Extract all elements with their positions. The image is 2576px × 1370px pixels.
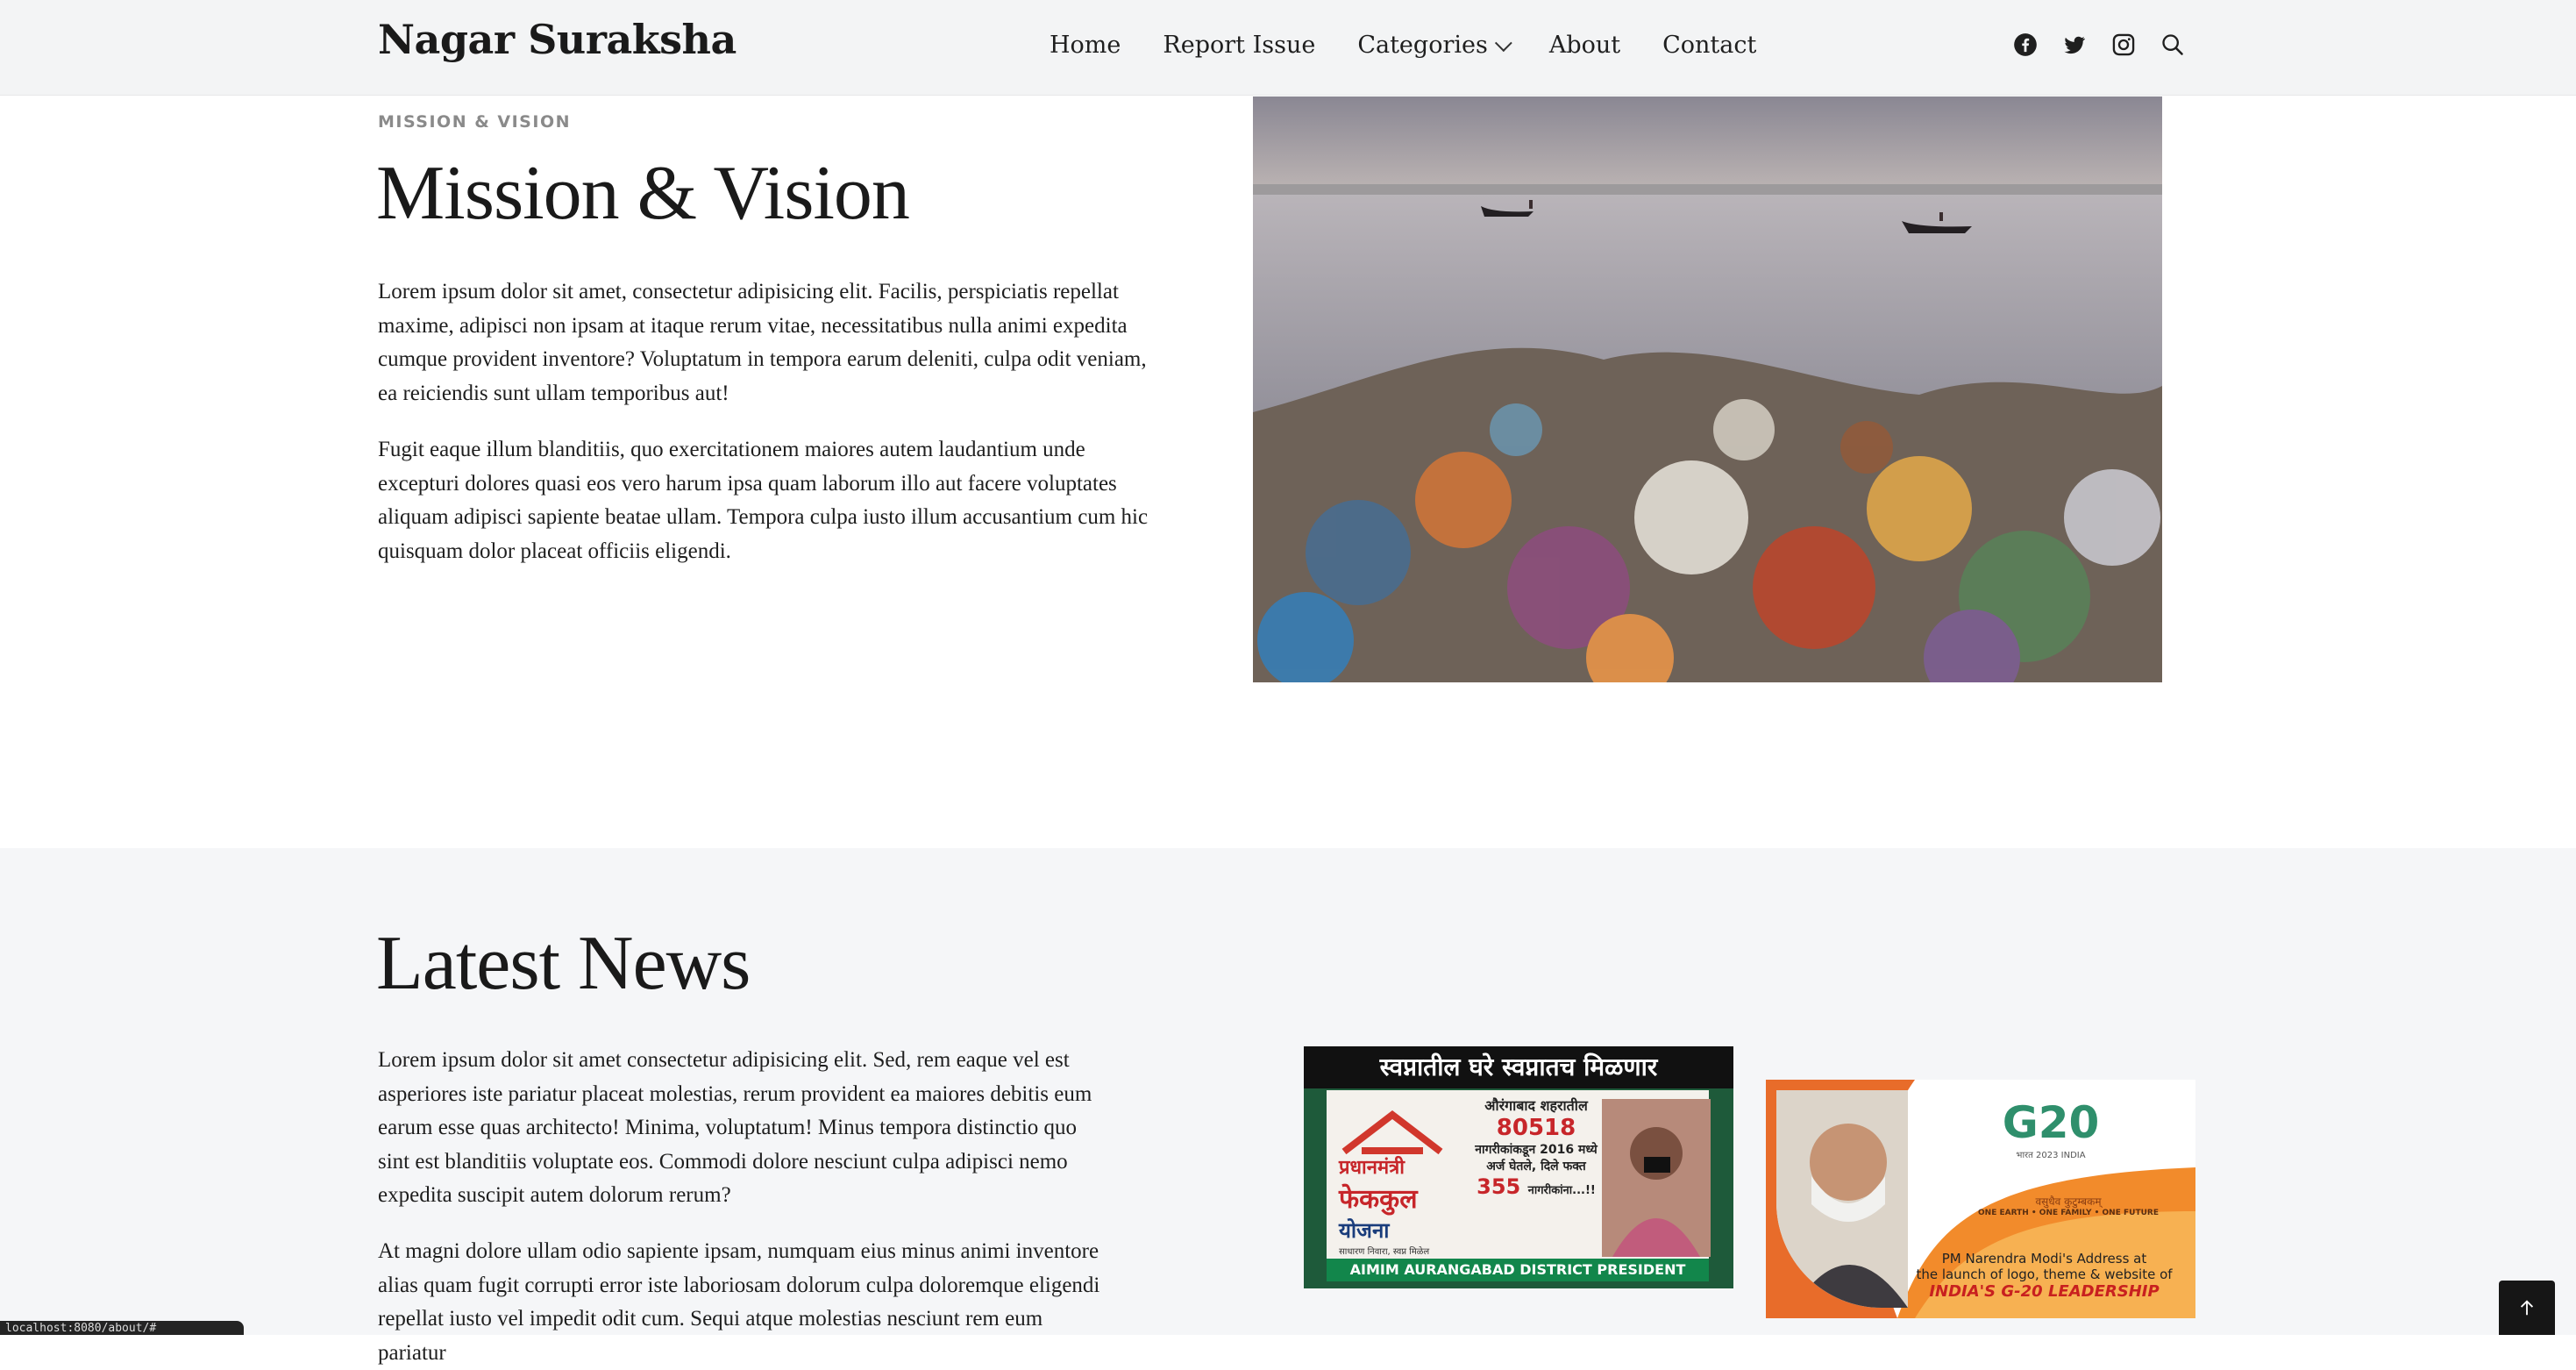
banner-footer: AIMIM AURANGABAD DISTRICT PRESIDENT (1327, 1259, 1709, 1281)
nav-contact-label: Contact (1662, 32, 1757, 59)
twitter-icon[interactable] (2061, 32, 2088, 58)
g20-caption-1: PM Narendra Modi's Address at (1941, 1251, 2147, 1267)
site-header: Nagar Suraksha Home Report Issue Categor… (0, 0, 2576, 96)
search-icon[interactable] (2160, 32, 2186, 58)
news-title: Latest News (376, 921, 751, 1006)
g20-motto: ONE EARTH • ONE FAMILY • ONE FUTURE (1978, 1209, 2159, 1217)
applicant-number: 80518 (1496, 1115, 1576, 1141)
nav-home[interactable]: Home (1050, 32, 1121, 59)
g20-caption-3: INDIA'S G-20 LEADERSHIP (1929, 1282, 2160, 1301)
instagram-icon[interactable] (2110, 32, 2137, 58)
nav-about[interactable]: About (1549, 32, 1620, 59)
g20-caption-2: the launch of logo, theme & website of (1916, 1267, 2173, 1282)
mission-paragraph-2: Fugit eaque illum blanditiis, quo exerci… (378, 438, 1149, 563)
mission-paragraph-1: Lorem ipsum dolor sit amet, consectetur … (378, 280, 1147, 405)
news-card-housing-banner[interactable]: स्वप्नातील घरे स्वप्नातच मिळणार प्रधानमं… (1304, 1046, 1733, 1288)
mission-title: Mission & Vision (376, 151, 910, 236)
city-line: औरंगाबाद शहरातील (1484, 1097, 1588, 1114)
news-paragraph-1: Lorem ipsum dolor sit amet consectetur a… (378, 1048, 1092, 1207)
count-suffix: नागरीकांना...!! (1527, 1184, 1596, 1197)
g20-logo: G20 (2002, 1097, 2100, 1148)
banner-headline: स्वप्नातील घरे स्वप्नातच मिळणार (1304, 1046, 1733, 1088)
logo-subline: साधारण निवारा, स्वप्न मिळेल (1339, 1247, 1430, 1257)
logo-line-3: योजना (1339, 1218, 1390, 1243)
g20-hindi: वसुधैव कुटुम्बकम् (2035, 1195, 2102, 1208)
nav-report-issue[interactable]: Report Issue (1163, 32, 1315, 59)
logo-line-2: फेककुल (1339, 1184, 1418, 1215)
news-card-g20[interactable]: G20 भारत 2023 INDIA वसुधैव कुटुम्बकम् ON… (1766, 1080, 2195, 1318)
line-a: नागरीकांकडून 2016 मध्ये (1475, 1143, 1598, 1157)
main-nav: Home Report Issue Categories About Conta… (1050, 32, 1798, 59)
facebook-icon[interactable] (2012, 32, 2039, 58)
nav-report-issue-label: Report Issue (1163, 32, 1316, 59)
given-count: 355 (1477, 1174, 1521, 1199)
news-paragraph-2: At magni dolore ullam odio sapiente ipsa… (378, 1239, 1100, 1365)
site-logo[interactable]: Nagar Suraksha (378, 16, 737, 63)
back-to-top-button[interactable] (2499, 1281, 2555, 1335)
section-eyebrow: MISSION & VISION (378, 112, 571, 132)
nav-contact[interactable]: Contact (1662, 32, 1756, 59)
nav-categories[interactable]: Categories (1357, 32, 1512, 59)
arrow-up-icon (2520, 1300, 2534, 1316)
g20-logo-sub: भारत 2023 INDIA (2016, 1151, 2086, 1160)
social-icons (2012, 32, 2209, 58)
nav-home-label: Home (1050, 32, 1121, 59)
browser-status-bar: localhost:8080/about/# (0, 1321, 244, 1335)
river-pollution-image (1253, 96, 2162, 682)
line-b: अर्ज घेतले, दिले फक्त (1486, 1160, 1586, 1174)
nav-about-label: About (1548, 32, 1621, 59)
nav-categories-label: Categories (1357, 32, 1488, 59)
logo-line-1: प्रधानमंत्री (1339, 1157, 1405, 1179)
chevron-down-icon (1494, 33, 1512, 52)
